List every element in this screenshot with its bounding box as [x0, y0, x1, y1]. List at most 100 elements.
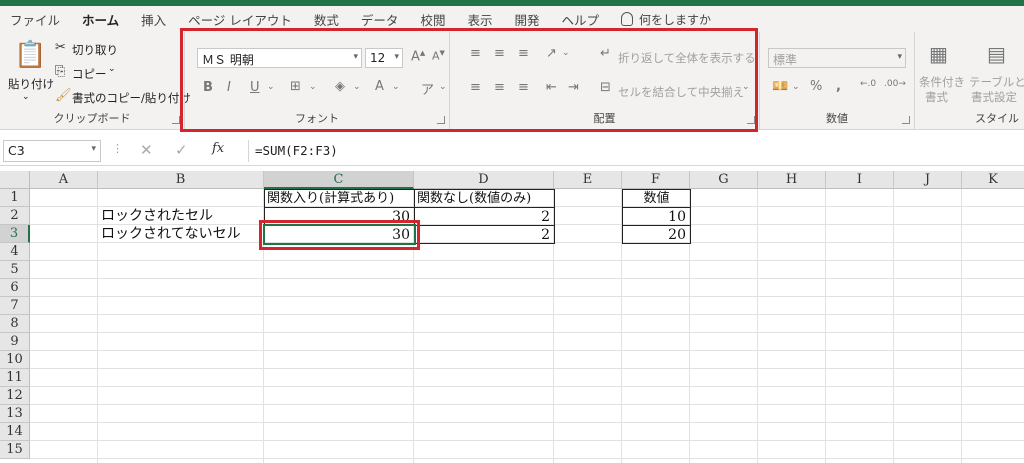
tab-home[interactable]: ホーム — [82, 10, 120, 35]
conditional-formatting-icon[interactable]: ▦ — [929, 42, 948, 66]
copy-button[interactable]: コピー — [72, 66, 107, 82]
row-header-2[interactable]: 2 — [0, 207, 30, 225]
column-header-f[interactable]: F — [622, 171, 690, 189]
formula-bar: C3 ▾ ⋮ ✕ ✓ fx =SUM(F2:F3) — [0, 136, 1024, 166]
format-painter-button[interactable]: 書式のコピー/貼り付け — [72, 90, 191, 106]
conditional-formatting-button[interactable]: 条件付き — [919, 74, 965, 90]
row-header-9[interactable]: 9 — [0, 333, 30, 351]
styles-group-label: スタイル — [975, 112, 1019, 125]
annotation-highlight-cell — [259, 220, 420, 250]
column-header-k[interactable]: K — [962, 171, 1024, 189]
select-all-corner[interactable] — [0, 171, 30, 189]
tab-formulas[interactable]: 数式 — [314, 10, 339, 29]
column-header-g[interactable]: G — [690, 171, 758, 189]
tell-me-box[interactable]: 何をしますか — [621, 11, 711, 28]
column-header-h[interactable]: H — [758, 171, 826, 189]
cut-button[interactable]: 切り取り — [72, 42, 118, 58]
clipboard-launcher-icon[interactable] — [172, 116, 180, 124]
row-header-4[interactable]: 4 — [0, 243, 30, 261]
gridline — [30, 458, 1024, 459]
row-header-12[interactable]: 12 — [0, 387, 30, 405]
currency-dropdown-icon[interactable]: ⌄ — [792, 82, 800, 92]
row-header-7[interactable]: 7 — [0, 297, 30, 315]
enter-icon[interactable]: ✓ — [175, 141, 188, 159]
tab-developer[interactable]: 開発 — [514, 10, 539, 29]
worksheet-grid[interactable]: A B C D E F G H I J K 1 2 3 4 5 6 7 8 9 … — [0, 171, 1024, 463]
cell-b3[interactable]: ロックされてないセル — [101, 225, 263, 243]
paste-dropdown-icon[interactable]: ⌄ — [22, 92, 30, 102]
conditional-formatting-label2: 書式 — [925, 90, 948, 104]
gridline — [30, 296, 1024, 297]
cell-b2[interactable]: ロックされたセル — [101, 207, 263, 225]
gridline — [757, 189, 758, 463]
paste-button[interactable]: 貼り付け — [8, 76, 54, 92]
gridline — [30, 422, 1024, 423]
format-as-table-icon[interactable]: ▤ — [987, 42, 1006, 66]
column-header-i[interactable]: I — [826, 171, 894, 189]
copy-icon: ⎘ — [55, 64, 66, 79]
tell-me-label: 何をしますか — [639, 12, 712, 27]
formula-input[interactable]: =SUM(F2:F3) — [248, 140, 1024, 162]
name-box[interactable]: C3 ▾ — [3, 140, 101, 162]
column-header-j[interactable]: J — [894, 171, 962, 189]
tab-review[interactable]: 校閲 — [420, 10, 445, 29]
clipboard-group: 📋 貼り付け ⌄ ✂ 切り取り ⎘ コピー ⌄ 🖌 書式のコピー/貼り付け クリ… — [0, 32, 191, 130]
column-header-e[interactable]: E — [554, 171, 622, 189]
format-as-table-button[interactable]: テーブルとして — [969, 74, 1024, 90]
cell-f1[interactable]: 数値 — [622, 189, 691, 208]
row-header-11[interactable]: 11 — [0, 369, 30, 387]
comma-icon[interactable]: , — [836, 79, 841, 94]
row-header-5[interactable]: 5 — [0, 261, 30, 279]
name-box-dropdown-icon[interactable]: ▾ — [91, 144, 96, 154]
cell-f3[interactable]: 20 — [622, 225, 691, 244]
format-as-table-label2: 書式設定 — [971, 90, 1017, 104]
gridline — [30, 404, 1024, 405]
row-header-3[interactable]: 3 — [0, 225, 30, 243]
ribbon: 📋 貼り付け ⌄ ✂ 切り取り ⎘ コピー ⌄ 🖌 書式のコピー/貼り付け クリ… — [0, 28, 1024, 132]
gridline — [893, 189, 894, 463]
excel-window: ファイル ホーム 挿入 ページ レイアウト 数式 データ 校閲 表示 開発 ヘル… — [0, 0, 1024, 463]
gridline — [30, 260, 1024, 261]
number-format-value: 標準 — [773, 53, 798, 67]
tab-data[interactable]: データ — [361, 10, 399, 29]
number-format-select[interactable]: 標準 ▾ — [768, 48, 906, 68]
decrease-decimal-icon[interactable]: .00→ — [884, 79, 906, 89]
row-header-8[interactable]: 8 — [0, 315, 30, 333]
column-header-d[interactable]: D — [414, 171, 554, 189]
paste-icon[interactable]: 📋 — [14, 40, 46, 70]
number-launcher-icon[interactable] — [902, 116, 910, 124]
column-header-b[interactable]: B — [98, 171, 264, 189]
row-header-1[interactable]: 1 — [0, 189, 30, 207]
currency-icon[interactable]: 💴 — [772, 79, 788, 94]
cancel-icon[interactable]: ✕ — [140, 141, 153, 159]
cell-f2[interactable]: 10 — [622, 207, 691, 226]
gridline — [30, 386, 1024, 387]
tab-help[interactable]: ヘルプ — [561, 10, 599, 29]
cell-d1[interactable]: 関数なし(数値のみ) — [414, 189, 555, 208]
percent-icon[interactable]: % — [810, 79, 822, 94]
gridline — [30, 368, 1024, 369]
copy-dropdown-icon[interactable]: ⌄ — [108, 64, 116, 74]
tab-file[interactable]: ファイル — [10, 10, 60, 29]
row-header-10[interactable]: 10 — [0, 351, 30, 369]
row-header-15[interactable]: 15 — [0, 441, 30, 459]
scissors-icon: ✂ — [55, 40, 66, 55]
tab-view[interactable]: 表示 — [467, 10, 492, 29]
insert-function-icon[interactable]: fx — [212, 141, 224, 156]
styles-group: ▦ 条件付き 書式 ▤ テーブルとして 書式設定 スタイル — [915, 32, 1024, 130]
tab-page-layout[interactable]: ページ レイアウト — [188, 10, 292, 29]
number-group-label: 数値 — [826, 112, 848, 125]
cell-c1[interactable]: 関数入り(計算式あり) — [264, 189, 415, 208]
gridline — [30, 314, 1024, 315]
row-header-6[interactable]: 6 — [0, 279, 30, 297]
tab-insert[interactable]: 挿入 — [141, 10, 166, 29]
increase-decimal-icon[interactable]: ←.0 — [860, 79, 876, 89]
column-header-c[interactable]: C — [264, 171, 414, 189]
cell-d3[interactable]: 2 — [414, 225, 555, 244]
name-box-value: C3 — [8, 143, 25, 158]
column-header-a[interactable]: A — [30, 171, 98, 189]
number-group: 標準 ▾ 💴 ⌄ % , ←.0 .00→ 数値 — [760, 32, 915, 130]
row-header-13[interactable]: 13 — [0, 405, 30, 423]
cell-d2[interactable]: 2 — [414, 207, 555, 226]
row-header-14[interactable]: 14 — [0, 423, 30, 441]
